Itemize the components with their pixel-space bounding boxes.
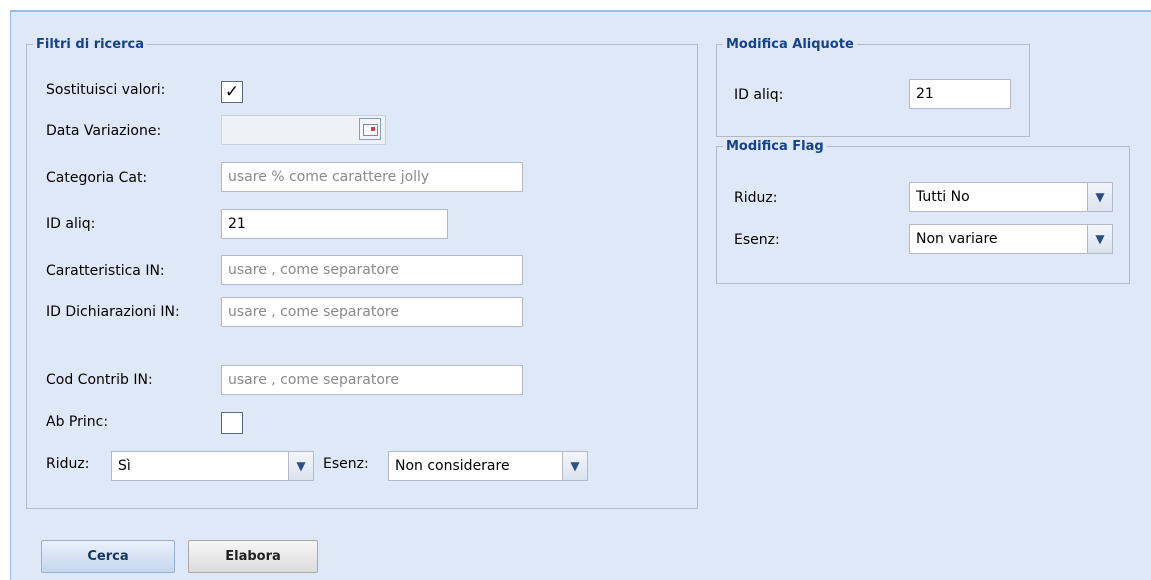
cod-contrib-input[interactable] — [221, 365, 523, 395]
caratteristica-label: Caratteristica IN: — [46, 263, 165, 279]
sostituisci-label: Sostituisci valori: — [46, 82, 166, 98]
aliquote-id-aliq-label: ID aliq: — [734, 87, 784, 103]
id-aliq-label: ID aliq: — [46, 216, 96, 232]
form-panel: Filtri di ricerca Sostituisci valori: ✓ … — [10, 10, 1151, 580]
flag-riduz-label: Riduz: — [734, 190, 778, 206]
filters-legend: Filtri di ricerca — [36, 37, 144, 52]
flag-riduz-select[interactable]: Tutti No ▼ — [909, 182, 1113, 212]
flag-esenz-value: Non variare — [916, 231, 998, 247]
chevron-down-icon[interactable]: ▼ — [288, 452, 313, 480]
elabora-button[interactable]: Elabora — [188, 540, 318, 573]
flag-esenz-label: Esenz: — [734, 232, 780, 248]
ab-princ-checkbox[interactable] — [221, 412, 243, 434]
calendar-icon[interactable] — [359, 118, 381, 140]
check-icon: ✓ — [224, 82, 240, 102]
caratteristica-input[interactable] — [221, 255, 523, 285]
modifica-aliquote-legend: Modifica Aliquote — [726, 37, 854, 52]
riduz-value: Sì — [118, 458, 131, 474]
chevron-down-icon[interactable]: ▼ — [1087, 183, 1112, 211]
riduz-label: Riduz: — [46, 456, 90, 472]
modifica-flag-legend: Modifica Flag — [726, 139, 824, 154]
id-dichiarazioni-label: ID Dichiarazioni IN: — [46, 304, 180, 320]
ab-princ-label: Ab Princ: — [46, 414, 109, 430]
chevron-down-icon[interactable]: ▼ — [1087, 225, 1112, 253]
aliquote-id-aliq-input[interactable] — [909, 79, 1011, 109]
cod-contrib-label: Cod Contrib IN: — [46, 372, 153, 388]
data-variazione-label: Data Variazione: — [46, 123, 162, 139]
riduz-select[interactable]: Sì ▼ — [111, 451, 314, 481]
categoria-input[interactable] — [221, 162, 523, 192]
esenz-select[interactable]: Non considerare ▼ — [388, 451, 588, 481]
esenz-label: Esenz: — [323, 456, 369, 472]
chevron-down-icon[interactable]: ▼ — [562, 452, 587, 480]
esenz-value: Non considerare — [395, 458, 510, 474]
id-dichiarazioni-input[interactable] — [221, 297, 523, 327]
flag-riduz-value: Tutti No — [916, 189, 970, 205]
cerca-button[interactable]: Cerca — [41, 540, 175, 573]
categoria-label: Categoria Cat: — [46, 170, 148, 186]
id-aliq-input[interactable] — [221, 209, 448, 239]
sostituisci-checkbox[interactable]: ✓ — [221, 81, 243, 103]
flag-esenz-select[interactable]: Non variare ▼ — [909, 224, 1113, 254]
